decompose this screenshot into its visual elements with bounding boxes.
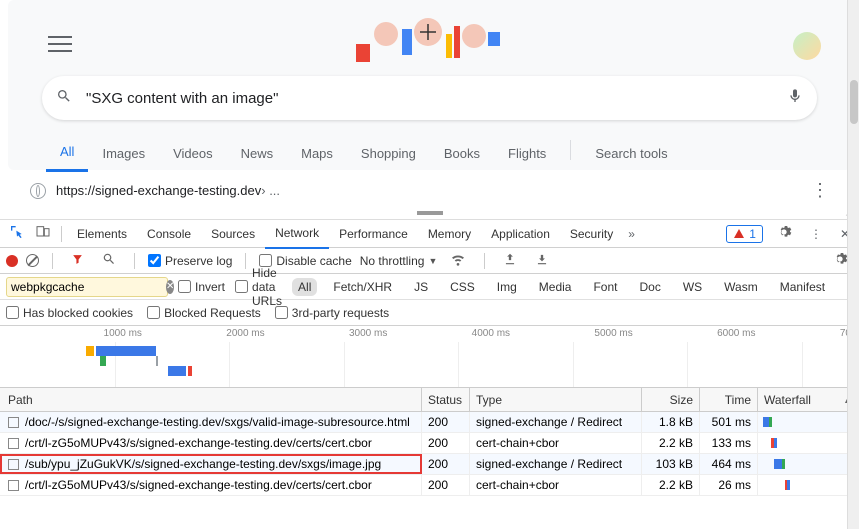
result-suffix: › ... (261, 183, 280, 198)
clear-filter-icon[interactable]: ✕ (166, 280, 174, 294)
blocked-cookies-checkbox[interactable]: Has blocked cookies (6, 306, 133, 320)
preserve-log-checkbox[interactable]: Preserve log (148, 254, 232, 268)
devtools-tab-application[interactable]: Application (481, 220, 560, 248)
search-input[interactable] (86, 90, 787, 107)
tab-all[interactable]: All (46, 134, 88, 172)
table-row[interactable]: /crt/l-zG5oMUPv43/s/signed-exchange-test… (0, 433, 859, 454)
devtools-tab-network[interactable]: Network (265, 219, 329, 249)
tab-images[interactable]: Images (88, 136, 159, 171)
browser-content-area: AllImagesVideosNewsMapsShoppingBooksFlig… (0, 0, 859, 220)
filter-type-fetch-xhr[interactable]: Fetch/XHR (327, 278, 398, 296)
tab-books[interactable]: Books (430, 136, 494, 171)
row-checkbox[interactable] (8, 459, 19, 470)
network-table: Path Status Type Size Time Waterfall▲ /d… (0, 388, 859, 529)
filter-icon[interactable] (66, 250, 89, 272)
col-path[interactable]: Path (0, 388, 422, 411)
filter-type-js[interactable]: JS (408, 278, 434, 296)
search-icon (56, 88, 72, 109)
row-checkbox[interactable] (8, 480, 19, 491)
filter-type-ws[interactable]: WS (677, 278, 708, 296)
mic-icon[interactable] (787, 88, 803, 109)
throttling-select[interactable]: No throttling▼ (360, 254, 438, 268)
network-conditions-icon[interactable] (445, 248, 471, 273)
filter-input[interactable]: ✕ (6, 277, 168, 297)
inspect-element-icon[interactable] (4, 221, 30, 246)
device-toolbar-icon[interactable] (30, 221, 56, 246)
tab-videos[interactable]: Videos (159, 136, 227, 171)
filter-type-doc[interactable]: Doc (633, 278, 666, 296)
invert-checkbox[interactable]: Invert (178, 280, 225, 294)
search-tools[interactable]: Search tools (581, 136, 681, 171)
devtools-tab-strip: ElementsConsoleSourcesNetworkPerformance… (0, 220, 859, 248)
google-doodle[interactable] (30, 14, 829, 66)
download-har-icon[interactable] (530, 249, 554, 272)
table-row[interactable]: /crt/l-zG5oMUPv43/s/signed-exchange-test… (0, 475, 859, 496)
devtools-tab-console[interactable]: Console (137, 220, 201, 248)
filter-type-manifest[interactable]: Manifest (774, 278, 831, 296)
col-type[interactable]: Type (470, 388, 642, 411)
request-path: /doc/-/s/signed-exchange-testing.dev/sxg… (25, 412, 410, 432)
network-filter-bar-2: Has blocked cookies Blocked Requests 3rd… (0, 300, 859, 326)
record-icon[interactable] (6, 255, 18, 267)
filter-type-all[interactable]: All (292, 278, 317, 296)
vertical-scrollbar[interactable] (847, 0, 859, 529)
table-row[interactable]: /doc/-/s/signed-exchange-testing.dev/sxg… (0, 412, 859, 433)
search-result[interactable]: https://signed-exchange-testing.dev › ..… (0, 170, 859, 211)
devtools-tab-sources[interactable]: Sources (201, 220, 265, 248)
waterfall-overview[interactable]: 1000 ms2000 ms3000 ms4000 ms5000 ms6000 … (0, 326, 859, 388)
network-filter-bar: ✕ Invert Hide data URLs AllFetch/XHRJSCS… (0, 274, 859, 300)
devtools-tab-security[interactable]: Security (560, 220, 623, 248)
blocked-requests-checkbox[interactable]: Blocked Requests (147, 306, 261, 320)
tab-maps[interactable]: Maps (287, 136, 347, 171)
more-vert-icon[interactable]: ⋮ (811, 180, 829, 201)
third-party-checkbox[interactable]: 3rd-party requests (275, 306, 389, 320)
table-header: Path Status Type Size Time Waterfall▲ (0, 388, 859, 412)
devtools-tab-elements[interactable]: Elements (67, 220, 137, 248)
table-row[interactable]: /sub/ypu_jZuGukVK/s/signed-exchange-test… (0, 454, 859, 475)
devtools-panel: ElementsConsoleSourcesNetworkPerformance… (0, 220, 859, 529)
col-waterfall[interactable]: Waterfall▲ (758, 388, 859, 411)
filter-type-css[interactable]: CSS (444, 278, 481, 296)
filter-type-wasm[interactable]: Wasm (718, 278, 764, 296)
result-url: https://signed-exchange-testing.dev (56, 183, 261, 198)
row-checkbox[interactable] (8, 438, 19, 449)
filter-type-img[interactable]: Img (491, 278, 523, 296)
col-time[interactable]: Time (700, 388, 758, 411)
col-size[interactable]: Size (642, 388, 700, 411)
user-avatar[interactable] (793, 32, 821, 60)
filter-type-media[interactable]: Media (533, 278, 578, 296)
request-path: /sub/ypu_jZuGukVK/s/signed-exchange-test… (25, 454, 381, 474)
col-status[interactable]: Status (422, 388, 470, 411)
devtools-drag-handle[interactable] (417, 211, 443, 215)
search-bar[interactable] (42, 76, 817, 120)
search-network-icon[interactable] (97, 249, 121, 272)
request-path: /crt/l-zG5oMUPv43/s/signed-exchange-test… (25, 433, 372, 453)
dock-menu-icon[interactable]: ⋮ (805, 224, 827, 244)
tab-news[interactable]: News (227, 136, 288, 171)
globe-icon (30, 183, 46, 199)
menu-icon[interactable] (48, 36, 72, 54)
devtools-tab-memory[interactable]: Memory (418, 220, 481, 248)
errors-badge[interactable]: 1 (726, 225, 763, 243)
network-toolbar: Preserve log Disable cache No throttling… (0, 248, 859, 274)
request-path: /crt/l-zG5oMUPv43/s/signed-exchange-test… (25, 475, 372, 495)
settings-icon[interactable] (771, 221, 797, 246)
clear-icon[interactable] (26, 254, 39, 267)
search-tabs: AllImagesVideosNewsMapsShoppingBooksFlig… (30, 120, 829, 172)
upload-har-icon[interactable] (498, 249, 522, 272)
more-tabs-icon[interactable]: » (623, 224, 640, 244)
tab-flights[interactable]: Flights (494, 136, 560, 171)
filter-type-font[interactable]: Font (587, 278, 623, 296)
devtools-tab-performance[interactable]: Performance (329, 220, 418, 248)
tab-shopping[interactable]: Shopping (347, 136, 430, 171)
row-checkbox[interactable] (8, 417, 19, 428)
